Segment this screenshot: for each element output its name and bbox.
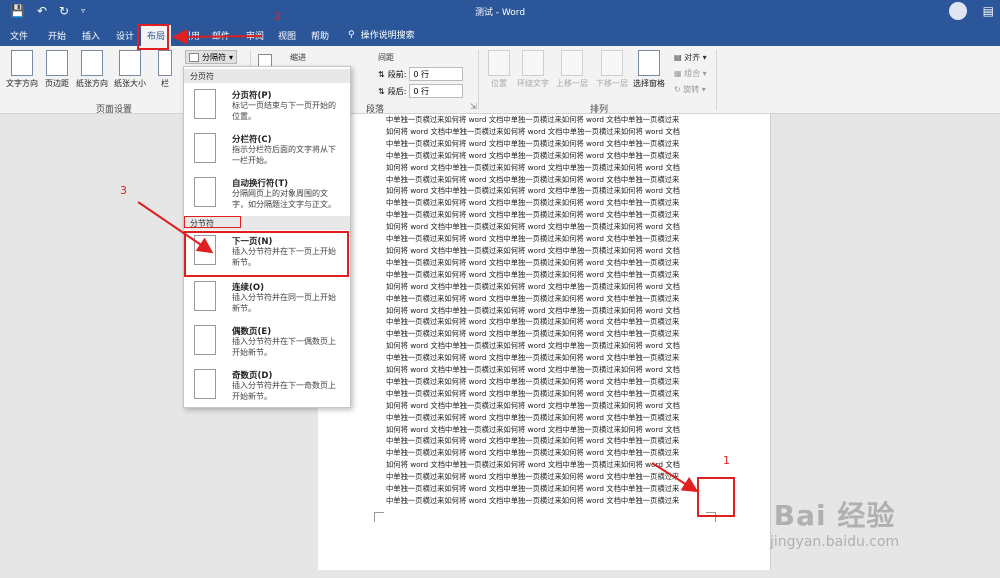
annotation-step-2: 2	[274, 10, 281, 23]
arrow-2	[172, 28, 263, 45]
annotation-step-3: 3	[120, 184, 127, 197]
annotation-step-1: 1	[723, 454, 730, 467]
baidu-jingyan-watermark: Bai 经验 jingyan.baidu.com	[770, 494, 899, 550]
arrow-1	[651, 462, 699, 493]
watermark-logo: Bai 经验	[773, 499, 896, 532]
arrow-3	[137, 201, 214, 254]
watermark-url: jingyan.baidu.com	[770, 534, 900, 550]
annotation-arrows	[137, 28, 699, 493]
